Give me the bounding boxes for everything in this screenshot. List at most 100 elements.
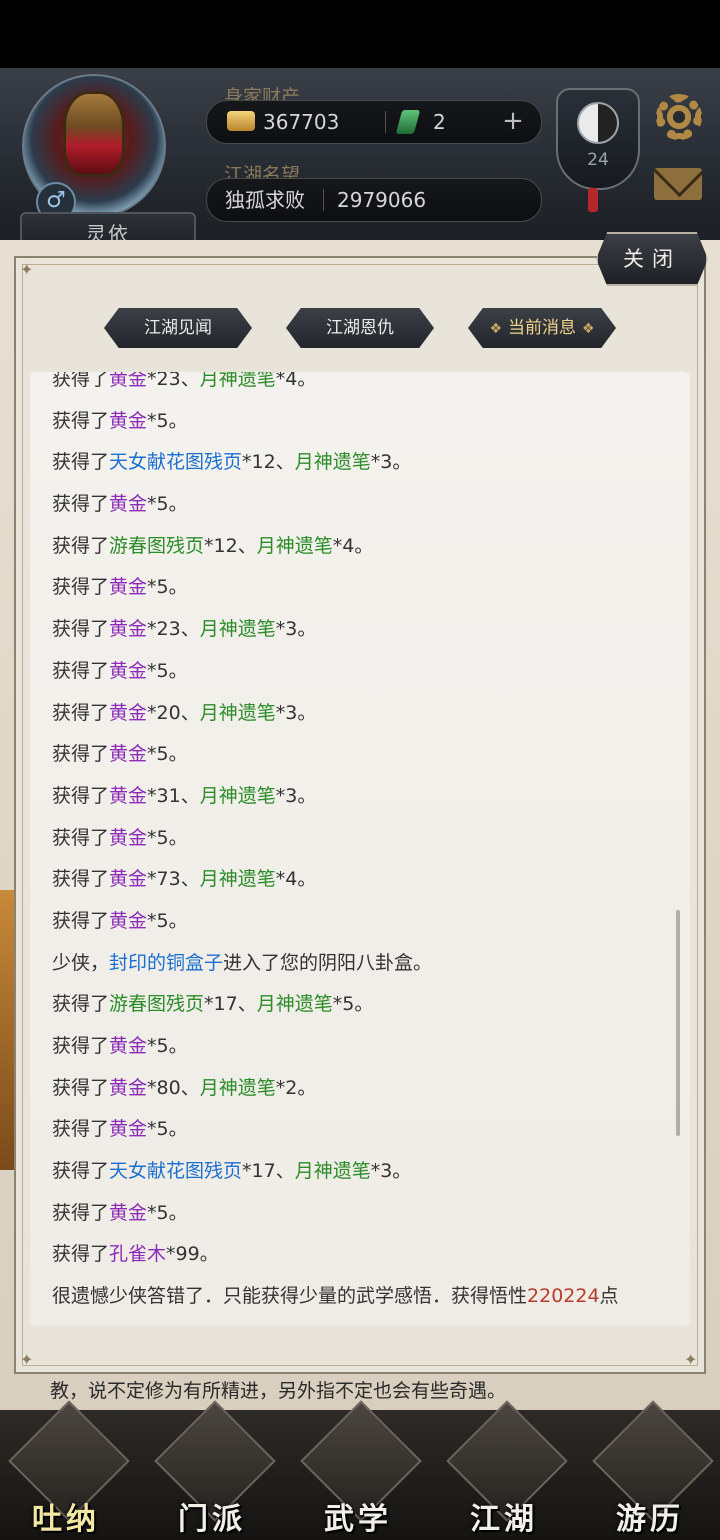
message-text: 获得了 <box>52 701 110 724</box>
item-name: 黄金 <box>109 743 148 766</box>
item-name: 黄金 <box>109 909 148 932</box>
message-line: 获得了黄金*5。 <box>52 818 682 860</box>
jade-icon <box>395 110 421 134</box>
message-text: *5。 <box>147 743 188 766</box>
message-text: *4。 <box>275 372 317 390</box>
item-name: 黄金 <box>109 701 148 724</box>
message-text: 获得了 <box>52 784 110 807</box>
nav-label: 吐纳 <box>32 1502 100 1537</box>
nav-jianghu[interactable]: 江湖 <box>444 1400 568 1540</box>
item-name: 月神遗笔 <box>199 701 276 724</box>
message-line: 很遗憾少侠答错了．只能获得少量的武学感悟．获得悟性220224点 <box>52 1276 682 1318</box>
item-name: 月神遗笔 <box>256 993 333 1016</box>
player-avatar[interactable]: ♂ <box>14 74 174 224</box>
nav-tuna[interactable]: 吐纳 <box>6 1400 130 1540</box>
nav-label: 武学 <box>324 1502 392 1537</box>
avatar-portrait <box>66 94 122 174</box>
message-text: *17、 <box>242 1160 295 1183</box>
message-line: 获得了黄金*5。 <box>52 1026 682 1068</box>
bottom-nav: 吐纳 门派 武学 江湖 游历 <box>0 1400 720 1540</box>
message-line: 获得了黄金*5。 <box>52 401 682 443</box>
item-name: 月神遗笔 <box>294 451 371 474</box>
nav-sect[interactable]: 门派 <box>152 1400 276 1540</box>
message-text: *31、 <box>147 784 200 807</box>
item-name: 月神遗笔 <box>199 618 276 641</box>
close-button[interactable]: 关闭 <box>596 232 708 286</box>
nav-label: 门派 <box>178 1502 246 1537</box>
message-line: 获得了黄金*73、月神遗笔*4。 <box>52 859 682 901</box>
message-text: 获得了 <box>52 493 110 516</box>
message-text: 获得了 <box>52 1201 110 1224</box>
nav-label: 游历 <box>616 1502 684 1537</box>
background-description-text: 教，说不定修为有所精进，另外指不定也会有些奇遇。 <box>50 1380 507 1402</box>
background-tree <box>0 890 14 1170</box>
cultivation-level-badge[interactable]: 24 <box>556 88 640 190</box>
message-text: *99。 <box>166 1243 219 1266</box>
message-text: *2。 <box>275 1076 317 1099</box>
message-text: 获得了 <box>52 659 110 682</box>
message-line: 获得了黄金*23、月神遗笔*4。 <box>52 372 682 401</box>
item-name: 封印的铜盒子 <box>109 951 224 974</box>
message-text: 获得了 <box>52 618 110 641</box>
fame-value: 2979066 <box>337 188 427 212</box>
message-line: 获得了天女献花图残页*12、月神遗笔*3。 <box>52 442 682 484</box>
message-line: 获得了黄金*5。 <box>52 567 682 609</box>
message-text: *12、 <box>242 451 295 474</box>
message-text: *5。 <box>147 576 188 599</box>
message-line: 获得了黄金*5。 <box>52 1109 682 1151</box>
item-name: 黄金 <box>109 493 148 516</box>
message-text: 获得了 <box>52 743 110 766</box>
item-name: 月神遗笔 <box>199 868 276 891</box>
corner-ornament: ✦ <box>20 260 34 279</box>
message-line: 少侠，封印的铜盒子进入了您的阴阳八卦盒。 <box>52 943 682 985</box>
currency-bar: 367703 2 + <box>206 100 542 144</box>
fame-bar: 独孤求败 2979066 <box>206 178 542 222</box>
nav-martial-arts[interactable]: 武学 <box>298 1400 422 1540</box>
message-log[interactable]: 获得了黄金*23、月神遗笔*4。 获得了黄金*5。 获得了天女献花图残页*12、月神… <box>30 372 690 1326</box>
message-text: 获得了 <box>52 451 110 474</box>
message-text: *5。 <box>147 493 188 516</box>
item-name: 月神遗笔 <box>199 372 276 390</box>
message-line: 获得了黄金*5。 <box>52 734 682 776</box>
message-text: *5。 <box>332 993 374 1016</box>
ornament-icon: ❖ <box>489 321 502 337</box>
message-text: *80、 <box>147 1076 200 1099</box>
message-text: 点 <box>599 1285 619 1308</box>
tab-jianghu-feuds[interactable]: 江湖恩仇 <box>286 308 434 348</box>
corner-ornament: ✦ <box>20 1350 34 1369</box>
message-text: 获得了 <box>52 909 110 932</box>
message-text: *5。 <box>147 1201 188 1224</box>
item-name: 黄金 <box>109 576 148 599</box>
message-scrollbar[interactable] <box>676 910 680 1136</box>
message-text: *4。 <box>275 868 317 891</box>
message-text: *5。 <box>147 1035 188 1057</box>
nav-label: 江湖 <box>470 1502 538 1537</box>
jade-amount: 2 <box>433 110 446 134</box>
message-text: *23、 <box>147 372 200 390</box>
level-number: 24 <box>587 150 609 170</box>
message-line: 获得了天女献花图残页*17、月神遗笔*3。 <box>52 1151 682 1193</box>
tab-current-messages[interactable]: ❖ 当前消息 ❖ <box>468 308 616 348</box>
item-name: 月神遗笔 <box>256 534 333 557</box>
item-name: 月神遗笔 <box>199 1076 276 1099</box>
gold-ingot-icon <box>227 111 255 131</box>
gold-amount: 367703 <box>263 110 340 134</box>
settings-gear-icon[interactable] <box>656 94 702 140</box>
tab-label: 当前消息 <box>508 318 576 338</box>
item-name: 黄金 <box>109 868 148 891</box>
item-name: 黄金 <box>109 409 148 432</box>
message-text: 获得了 <box>52 826 110 849</box>
tab-jianghu-news[interactable]: 江湖见闻 <box>104 308 252 348</box>
message-text: *4。 <box>332 534 374 557</box>
item-name: 黄金 <box>109 1076 148 1099</box>
mail-icon[interactable] <box>654 168 702 200</box>
message-text: 获得了 <box>52 576 110 599</box>
message-line: 获得了黄金*20、月神遗笔*3。 <box>52 693 682 735</box>
message-text: *3。 <box>370 451 412 474</box>
player-header: ♂ 灵依 身家财产 367703 2 + 江湖名望 独孤求败 2979066 2… <box>0 68 720 256</box>
nav-travel[interactable]: 游历 <box>590 1400 714 1540</box>
add-currency-button[interactable]: + <box>499 108 527 136</box>
message-line: 获得了游春图残页*17、月神遗笔*5。 <box>52 984 682 1026</box>
message-text: *3。 <box>275 701 317 724</box>
message-text: *3。 <box>275 784 317 807</box>
